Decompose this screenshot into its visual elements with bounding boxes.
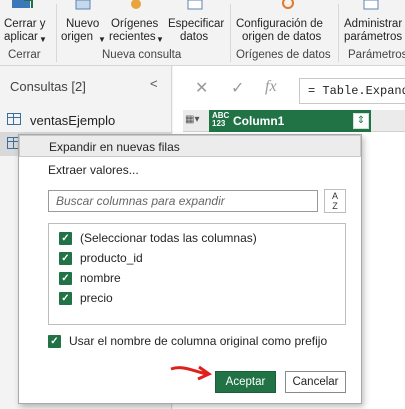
checkbox-label: (Seleccionar todas las columnas): [80, 231, 257, 245]
column-header-column1[interactable]: ABC 123 Column1 ⇕: [209, 110, 371, 132]
parameters-icon: [363, 0, 379, 10]
formula-input[interactable]: = Table.ExpandLi: [299, 78, 405, 104]
formula-bar: ✕ ✓ fx = Table.ExpandLi: [181, 78, 405, 104]
checkbox-checked-icon[interactable]: ✓: [59, 232, 72, 245]
data-source-settings-label-2: origen de datos: [242, 31, 322, 43]
column-checklist: ✓ (Seleccionar todas las columnas) ✓ pro…: [48, 223, 346, 325]
sort-az-button[interactable]: A Z: [324, 189, 346, 213]
group-label-close: Cerrar: [8, 49, 41, 61]
close-apply-icon: [12, 0, 33, 8]
chevron-down-icon: ▼: [156, 35, 164, 44]
checkbox-checked-icon[interactable]: ✓: [59, 272, 72, 285]
data-source-settings-button[interactable]: Configuración de origen de datos: [234, 0, 334, 46]
expand-icon[interactable]: ⇕: [353, 113, 369, 129]
divider: [56, 4, 57, 62]
query-item-ventas-ejemplo[interactable]: ventasEjemplo: [0, 108, 172, 132]
data-source-settings-label-1: Configuración de: [236, 18, 323, 30]
group-label-data-sources: Orígenes de datos: [236, 49, 331, 61]
menu-item-extract-values[interactable]: Extraer valores...: [19, 159, 361, 181]
chevron-down-icon: ▼: [98, 35, 106, 44]
close-apply-label-2: aplicar: [4, 31, 38, 43]
sort-a: A: [331, 191, 338, 201]
cancel-button[interactable]: Cancelar: [285, 371, 346, 393]
checkbox-label: nombre: [80, 271, 121, 285]
table-menu-icon[interactable]: ▦▾: [185, 114, 203, 128]
recent-sources-button[interactable]: Orígenes recientes ▼: [108, 0, 164, 46]
fx-icon[interactable]: fx: [265, 78, 277, 96]
checkbox-label: precio: [80, 291, 113, 305]
type-any-icon[interactable]: ABC 123: [212, 112, 229, 128]
checkbox-use-prefix[interactable]: ✓ Usar el nombre de columna original com…: [48, 333, 348, 351]
cancel-formula-button[interactable]: ✕: [195, 78, 208, 98]
type-line-2: 123: [212, 119, 226, 128]
checkbox-checked-icon[interactable]: ✓: [59, 252, 72, 265]
recent-sources-label-1: Orígenes: [111, 18, 159, 30]
grid-header: ▦▾ ABC 123 Column1 ⇕: [183, 110, 405, 132]
settings-gear-icon: [282, 0, 294, 9]
table-icon: [7, 113, 21, 125]
manage-parameters-button[interactable]: Administrar parámetros: [342, 0, 405, 46]
new-source-label-1: Nuevo: [66, 18, 100, 30]
manage-parameters-label-2: parámetros: [344, 31, 403, 43]
chevron-down-icon: ▼: [39, 35, 47, 44]
enter-data-label-2: datos: [180, 31, 209, 43]
divider: [338, 4, 339, 62]
collapse-pane-button[interactable]: <: [150, 76, 158, 91]
enter-data-icon: [187, 0, 203, 10]
group-label-parameters: Parámetros: [348, 49, 405, 61]
enter-data-button[interactable]: Especificar datos: [166, 0, 224, 46]
close-apply-button[interactable]: Cerrar y aplicar ▼: [0, 0, 52, 46]
manage-parameters-label-1: Administrar: [344, 18, 403, 30]
checkbox-checked-icon[interactable]: ✓: [59, 292, 72, 305]
enter-data-label-1: Especificar: [168, 18, 225, 30]
close-apply-label-1: Cerrar y: [4, 18, 46, 30]
recent-sources-label-2: recientes: [109, 31, 156, 43]
queries-title: Consultas [2]: [10, 79, 86, 94]
search-columns-input[interactable]: Buscar columnas para expandir: [48, 190, 318, 212]
ribbon: Cerrar y aplicar ▼ Cerrar Nuevo origen ▼…: [0, 0, 405, 66]
checkbox-label: Usar el nombre de columna original como …: [69, 334, 328, 348]
new-source-button[interactable]: Nuevo origen ▼: [60, 0, 106, 46]
red-arrow-annotation: [170, 365, 213, 381]
new-source-label-2: origen: [61, 31, 93, 43]
new-source-icon: [75, 0, 91, 10]
divider: [230, 4, 231, 62]
sort-z: Z: [332, 201, 338, 211]
column-name: Column1: [233, 114, 285, 128]
group-label-new-query: Nueva consulta: [102, 49, 182, 61]
menu-item-expand-new-rows[interactable]: Expandir en nuevas filas: [19, 135, 361, 157]
expand-column-popup: Expandir en nuevas filas Extraer valores…: [18, 134, 362, 404]
confirm-formula-button[interactable]: ✓: [231, 78, 244, 98]
recent-sources-icon: [131, 0, 141, 9]
accept-button[interactable]: Aceptar: [215, 371, 276, 393]
checkbox-label: producto_id: [80, 251, 143, 265]
checkbox-checked-icon[interactable]: ✓: [48, 335, 61, 348]
query-item-label: ventasEjemplo: [30, 113, 116, 128]
